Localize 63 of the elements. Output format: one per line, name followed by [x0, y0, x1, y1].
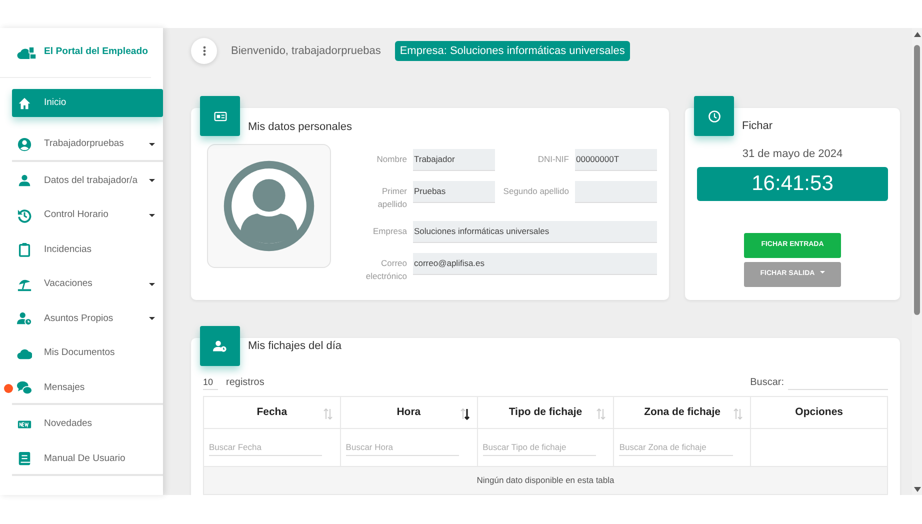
scroll-up-icon[interactable]	[914, 32, 920, 37]
sidebar-item[interactable]: Mensajes	[3, 370, 163, 405]
field-label: Correo electrónico	[364, 257, 407, 283]
user-clock-icon	[17, 311, 32, 326]
user-circle-icon	[17, 136, 32, 152]
field-label: DNI-NIF	[536, 153, 569, 166]
filter-field[interactable]: Buscar Tipo de fichaje	[482, 438, 596, 456]
id-card-icon	[214, 110, 226, 122]
date-text: 31 de mayo de 2024	[741, 147, 844, 162]
user-clock-icon	[213, 339, 227, 353]
column-header[interactable]: Zona de fichaje	[614, 396, 751, 428]
sidebar-item[interactable]: Trabajadorpruebas	[3, 127, 163, 162]
more-options-button[interactable]	[191, 38, 217, 64]
filter-field[interactable]: Buscar Fecha	[209, 438, 322, 456]
caret-icon	[149, 282, 156, 286]
page-size-field[interactable]: 10	[203, 376, 218, 390]
clock-display: 16:41:53	[697, 166, 888, 200]
field-label: Primer apellido	[376, 185, 407, 211]
sidebar-item[interactable]: Mis Documentos	[3, 336, 163, 370]
caret-icon	[149, 179, 156, 182]
sidebar-item[interactable]: Control Horario	[3, 198, 163, 232]
caret-icon	[149, 142, 156, 146]
caret-icon	[820, 271, 825, 274]
welcome-text: Bienvenido, trabajadorpruebas	[231, 44, 381, 59]
clipboard-icon	[17, 242, 32, 258]
card-title: Fichar	[742, 119, 774, 134]
column-header[interactable]: Tipo de fichaje	[477, 396, 614, 428]
sidebar-item[interactable]: Asuntos Propios	[3, 302, 163, 336]
filter-field[interactable]: Buscar Hora	[346, 438, 459, 456]
caret-icon	[149, 214, 156, 217]
column-header[interactable]: Fecha	[204, 396, 340, 428]
field-label: Segundo apellido	[502, 185, 569, 198]
scrollbar-thumb[interactable]	[914, 45, 920, 315]
app-title: El Portal del Empleado	[44, 45, 148, 60]
card-title: Mis fichajes del día	[248, 339, 343, 354]
caret-icon	[149, 317, 156, 320]
sidebar-item[interactable]: Vacaciones	[3, 267, 163, 302]
book-icon	[17, 451, 32, 466]
notification-dot	[4, 384, 13, 392]
sidebar-item[interactable]: Datos del trabajador/a	[3, 164, 163, 198]
column-header[interactable]: Hora	[340, 396, 478, 428]
search-label: Buscar:	[750, 376, 784, 390]
filter-field[interactable]: Buscar Zona de fichaje	[619, 438, 733, 456]
sidebar-item[interactable]: Novedades	[3, 407, 163, 442]
page-size-label: registros	[226, 376, 264, 390]
sidebar-item[interactable]: Incidencias	[3, 232, 163, 267]
user-icon	[17, 173, 32, 188]
company-label: Empresa: Soluciones informáticas universales	[394, 40, 630, 62]
clock-icon	[708, 110, 720, 122]
cloud-logo-icon	[16, 44, 38, 60]
field-label: Empresa	[372, 225, 407, 238]
card-title: Mis datos personales	[248, 120, 353, 135]
column-header: Opciones	[750, 396, 888, 428]
avatar-icon	[221, 158, 317, 254]
history-icon	[17, 208, 32, 223]
field-label: Nombre	[376, 153, 407, 166]
scroll-down-icon[interactable]	[914, 487, 920, 492]
more-icon	[202, 46, 206, 56]
home-icon	[17, 96, 32, 110]
sidebar-item[interactable]: Manual De Usuario	[3, 442, 163, 476]
sidebar-item[interactable]: Inicio	[12, 89, 163, 117]
chat-icon	[17, 380, 32, 396]
empty-table-message: Ningún dato disponible en esta tabla	[204, 466, 888, 494]
